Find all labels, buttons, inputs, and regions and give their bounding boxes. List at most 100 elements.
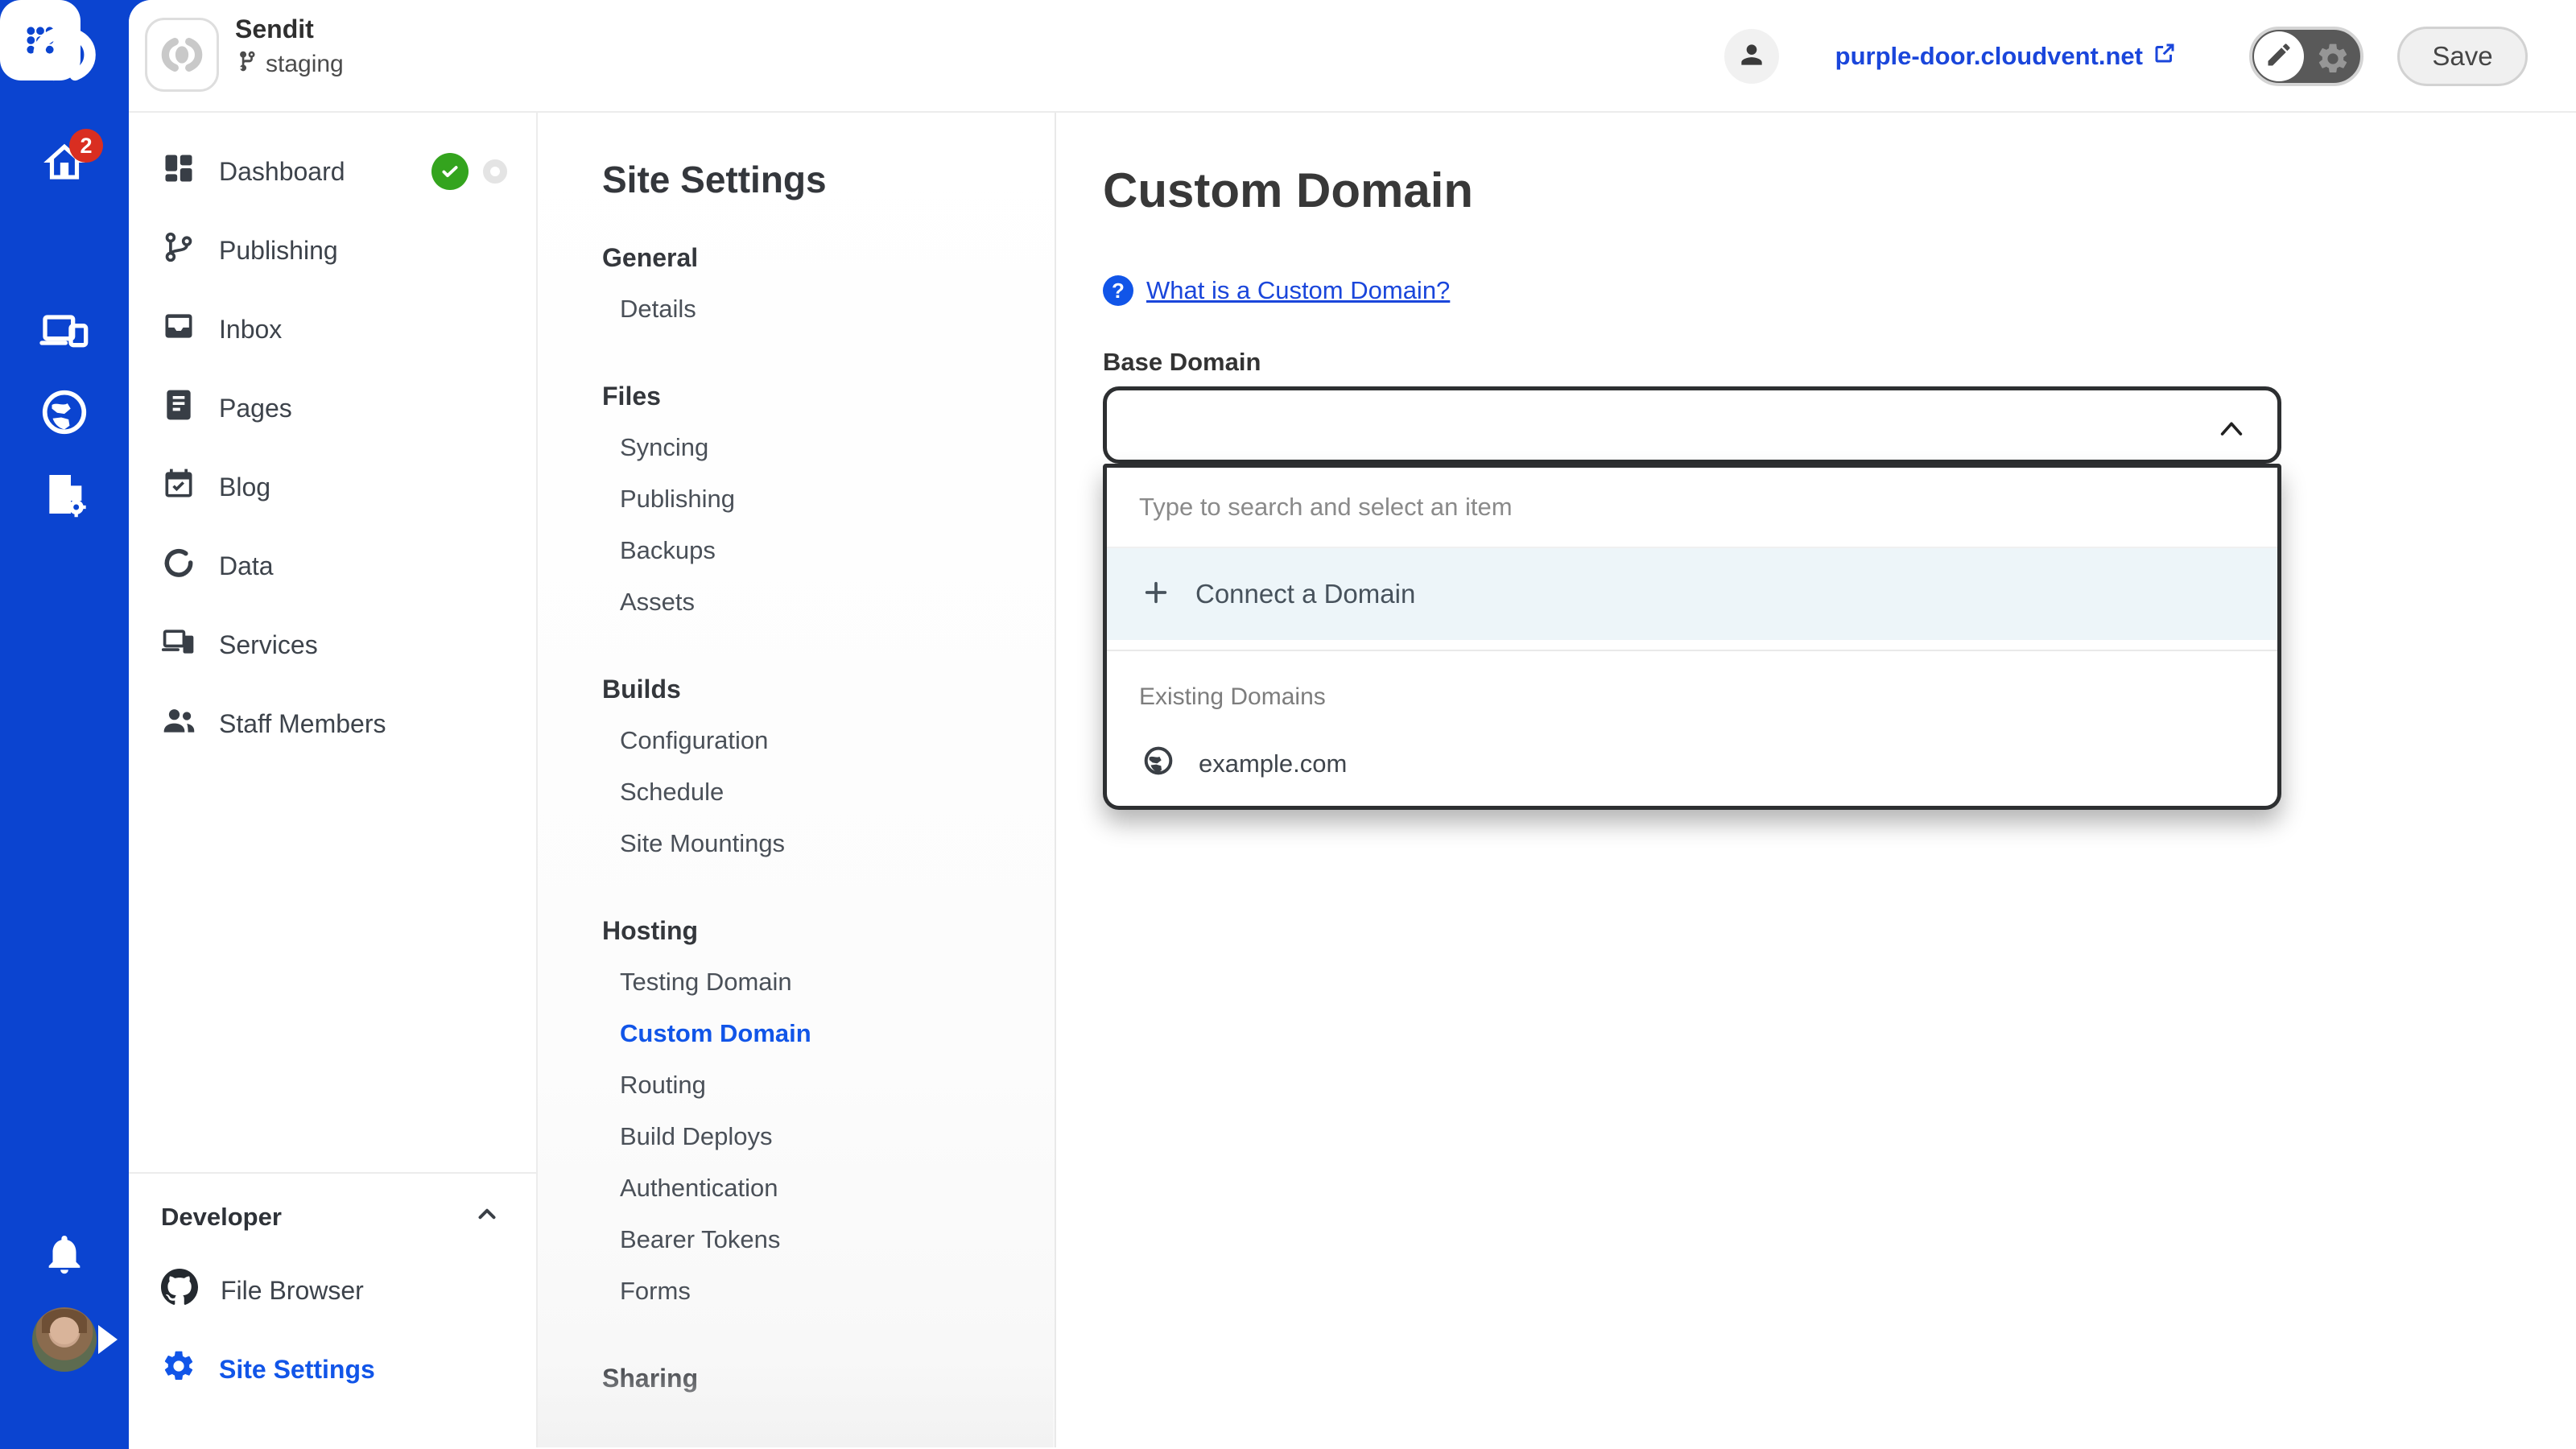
settings-nav: Site Settings General Details Files Sync… xyxy=(538,113,1056,1447)
build-success-icon xyxy=(431,153,469,190)
globe-icon[interactable] xyxy=(24,372,105,452)
site-logo[interactable] xyxy=(145,18,219,92)
settings-section-heading: Files xyxy=(602,370,1055,422)
inbox-icon xyxy=(161,308,196,350)
devices-icon xyxy=(161,624,196,666)
sidebar-item-label: Blog xyxy=(219,473,270,502)
cloudcannon-logo-icon xyxy=(27,18,101,92)
settings-nav-item-publishing[interactable]: Publishing xyxy=(602,473,1055,525)
connect-a-domain-option[interactable]: Connect a Domain xyxy=(1107,548,2277,640)
main-content: Custom Domain ? What is a Custom Domain?… xyxy=(1056,113,2576,1447)
top-bar: Sendit staging pu xyxy=(129,0,2576,113)
sidebar-item-label: Pages xyxy=(219,394,292,423)
settings-nav-item-testing-domain[interactable]: Testing Domain xyxy=(602,956,1055,1008)
settings-section-heading: General xyxy=(602,232,1055,283)
sidebar-item-blog[interactable]: Blog xyxy=(129,448,536,526)
developer-heading: Developer xyxy=(161,1203,282,1232)
settings-nav-item-forms[interactable]: Forms xyxy=(602,1265,1055,1317)
base-domain-select[interactable] xyxy=(1103,386,2281,464)
sidebar-item-data[interactable]: Data xyxy=(129,526,536,605)
settings-nav-item-backups[interactable]: Backups xyxy=(602,525,1055,576)
settings-nav-item-bearer-tokens[interactable]: Bearer Tokens xyxy=(602,1214,1055,1265)
app-rail: 2 xyxy=(0,0,129,1449)
app-window: 2 xyxy=(0,0,2576,1449)
dropdown-divider xyxy=(1107,640,2277,651)
sidebar-item-site-settings[interactable]: Site Settings xyxy=(129,1330,536,1409)
branch-row[interactable]: staging xyxy=(235,50,344,79)
base-domain-label: Base Domain xyxy=(1103,348,1261,377)
settings-section-builds: Builds Configuration Schedule Site Mount… xyxy=(602,663,1055,869)
globe-icon xyxy=(1142,745,1174,783)
settings-section-heading: Hosting xyxy=(602,905,1055,956)
refresh-circle-icon xyxy=(161,545,196,587)
sidebar-item-label: Dashboard xyxy=(219,157,345,187)
sidebar-item-label: Services xyxy=(219,630,318,660)
user-avatar[interactable] xyxy=(32,1307,97,1372)
settings-section-hosting: Hosting Testing Domain Custom Domain Rou… xyxy=(602,905,1055,1317)
settings-nav-item-assets[interactable]: Assets xyxy=(602,576,1055,628)
notification-count-badge: 2 xyxy=(69,129,103,163)
save-button[interactable]: Save xyxy=(2397,27,2528,86)
settings-nav-item-schedule[interactable]: Schedule xyxy=(602,766,1055,818)
site-sidebar: Dashboard xyxy=(129,113,538,1447)
settings-nav-item-site-mountings[interactable]: Site Mountings xyxy=(602,818,1055,869)
person-icon xyxy=(1736,39,1767,74)
pages-icon xyxy=(161,387,196,429)
base-domain-dropdown-panel: Connect a Domain Existing Domains xyxy=(1103,464,2281,810)
sidebar-item-services[interactable]: Services xyxy=(129,605,536,684)
settings-nav-item-configuration[interactable]: Configuration xyxy=(602,715,1055,766)
edit-mode-knob xyxy=(2254,31,2304,81)
calendar-check-icon xyxy=(161,466,196,508)
chevron-up-icon xyxy=(473,1200,501,1234)
sidebar-item-label: Site Settings xyxy=(219,1355,375,1385)
status-pending-ring-icon xyxy=(483,159,507,184)
base-domain-dropdown: Connect a Domain Existing Domains xyxy=(1103,386,2281,810)
sidebar-item-publishing[interactable]: Publishing xyxy=(129,211,536,290)
settings-nav-item-authentication[interactable]: Authentication xyxy=(602,1162,1055,1214)
chevron-up-icon xyxy=(2218,418,2245,439)
sidebar-item-pages[interactable]: Pages xyxy=(129,369,536,448)
gear-icon xyxy=(2315,41,2351,80)
help-link[interactable]: What is a Custom Domain? xyxy=(1146,276,1450,305)
devices-icon[interactable] xyxy=(24,290,105,370)
help-row: ? What is a Custom Domain? xyxy=(1103,275,1450,306)
developer-section-toggle[interactable]: Developer xyxy=(129,1183,536,1251)
external-link-icon xyxy=(2153,41,2177,72)
settings-section-sharing: Sharing xyxy=(602,1352,1055,1404)
domain-option-example-com[interactable]: example.com xyxy=(1107,722,2277,806)
dropdown-search-input[interactable] xyxy=(1139,493,2245,522)
settings-section-files: Files Syncing Publishing Backups Assets xyxy=(602,370,1055,628)
plus-icon xyxy=(1142,579,1170,610)
settings-nav-item-custom-domain[interactable]: Custom Domain xyxy=(602,1008,1055,1059)
sidebar-item-label: File Browser xyxy=(221,1276,364,1306)
sidebar-item-label: Data xyxy=(219,551,274,581)
page-title: Custom Domain xyxy=(1103,163,1473,218)
sidebar-item-inbox[interactable]: Inbox xyxy=(129,290,536,369)
people-icon xyxy=(161,703,196,745)
notifications-bell-icon[interactable] xyxy=(24,1214,105,1294)
settings-section-heading: Builds xyxy=(602,663,1055,715)
settings-nav-item-routing[interactable]: Routing xyxy=(602,1059,1055,1111)
sidebar-item-file-browser[interactable]: File Browser xyxy=(129,1251,536,1330)
settings-nav-item-build-deploys[interactable]: Build Deploys xyxy=(602,1111,1055,1162)
connect-a-domain-label: Connect a Domain xyxy=(1195,579,1415,609)
settings-nav-item-details[interactable]: Details xyxy=(602,283,1055,335)
sidebar-item-label: Inbox xyxy=(219,315,282,345)
sidebar-item-staff-members[interactable]: Staff Members xyxy=(129,684,536,763)
branch-name: staging xyxy=(266,51,344,78)
sidebar-item-dashboard[interactable]: Dashboard xyxy=(129,132,536,211)
gear-icon xyxy=(161,1348,196,1390)
github-icon xyxy=(161,1269,198,1312)
settings-section-heading: Sharing xyxy=(602,1352,1055,1404)
developer-section: Developer File Browser xyxy=(129,1172,536,1409)
git-branch-icon xyxy=(161,229,196,271)
sidebar-item-label: Publishing xyxy=(219,236,338,266)
dashboard-icon xyxy=(161,151,196,192)
account-button[interactable] xyxy=(1724,29,1779,84)
git-branch-icon xyxy=(235,50,258,79)
settings-nav-item-syncing[interactable]: Syncing xyxy=(602,422,1055,473)
preview-url-link[interactable]: purple-door.cloudvent.net xyxy=(1835,41,2177,72)
expand-panel-arrow-icon[interactable] xyxy=(98,1325,118,1354)
organization-icon[interactable] xyxy=(24,454,105,535)
edit-settings-toggle[interactable] xyxy=(2249,27,2363,86)
